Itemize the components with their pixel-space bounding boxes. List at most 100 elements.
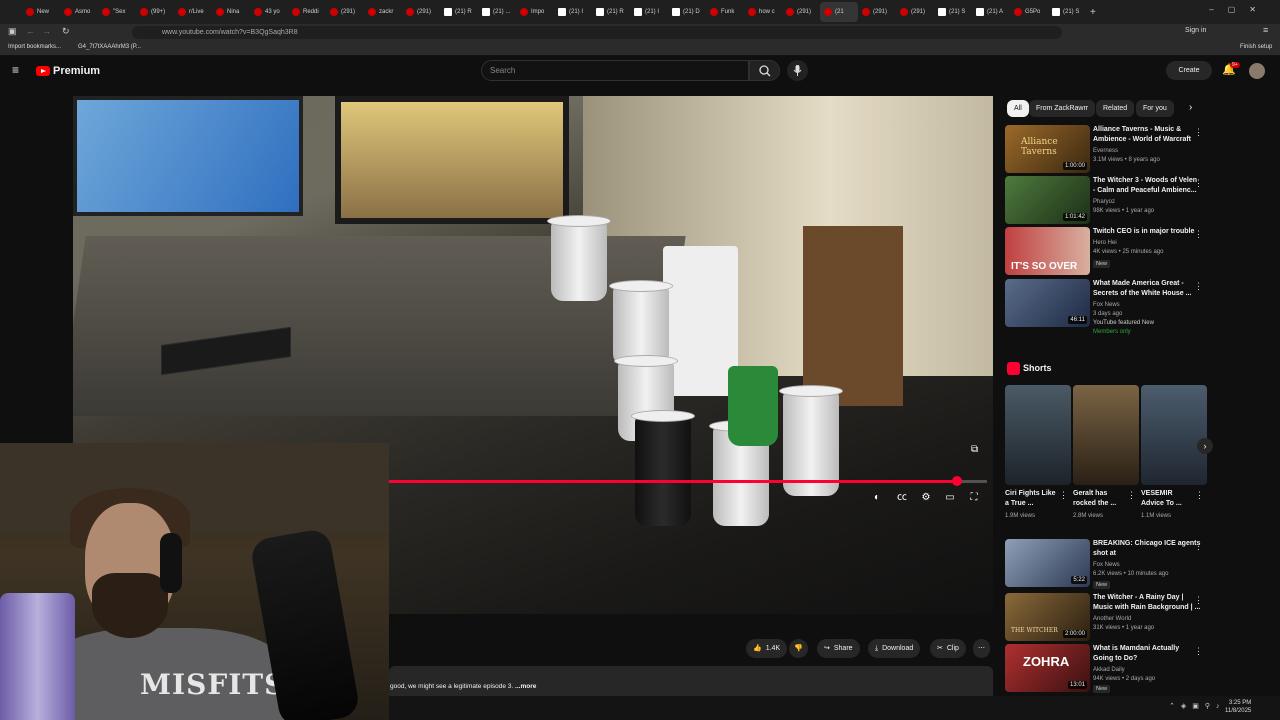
search-input[interactable]: Search bbox=[481, 60, 749, 81]
browser-tab[interactable]: (21) I bbox=[554, 2, 592, 22]
browser-tab-strip: New Asmo "Sex (99+) r/Live Nina 43 yo Reddi (291… bbox=[0, 0, 1280, 24]
recommendation-item[interactable]: 46:11 What Made America Great - Secrets … bbox=[1005, 279, 1215, 335]
captions-icon[interactable]: ㏄ bbox=[895, 492, 909, 504]
description-more-link[interactable]: ...more bbox=[515, 683, 536, 690]
browser-tab[interactable]: (21) S bbox=[934, 2, 972, 22]
tab-favicon-icon bbox=[482, 8, 490, 16]
browser-tab[interactable]: (21) A bbox=[972, 2, 1010, 22]
browser-tab[interactable]: r/Live bbox=[174, 2, 212, 22]
url-field[interactable]: www.youtube.com/watch?v=B3QgSaqh3R8 bbox=[132, 26, 1062, 39]
browser-tab[interactable]: (99+) bbox=[136, 2, 174, 22]
system-tray-icons[interactable]: ⌃◈▣⚲♪ bbox=[1169, 702, 1226, 710]
new-tab-icon[interactable]: + bbox=[1090, 7, 1096, 18]
browser-tab[interactable]: Funk bbox=[706, 2, 744, 22]
chip-all[interactable]: All bbox=[1007, 100, 1029, 117]
browser-tab[interactable]: (291) bbox=[402, 2, 440, 22]
chip-for-you[interactable]: For you bbox=[1136, 100, 1174, 117]
sidebar-toggle-icon[interactable]: ▣ bbox=[8, 26, 17, 37]
reload-icon[interactable]: ↻ bbox=[62, 26, 70, 37]
recommendation-item[interactable]: 1:01:42 The Witcher 3 - Woods of Velen -… bbox=[1005, 176, 1215, 224]
recommendation-item[interactable]: 5:22 BREAKING: Chicago ICE agents shot a… bbox=[1005, 539, 1215, 589]
more-options-icon[interactable]: ⋮ bbox=[1194, 281, 1203, 292]
shorts-next-icon[interactable]: › bbox=[1197, 438, 1213, 454]
sign-in-button[interactable]: Sign in bbox=[1185, 27, 1206, 34]
chip-related[interactable]: Related bbox=[1096, 100, 1135, 117]
browser-tab[interactable]: Asmo bbox=[60, 2, 98, 22]
recommendation-item[interactable]: THE WITCHER 2:00:00 The Witcher - A Rain… bbox=[1005, 593, 1215, 641]
share-button[interactable]: ↪ Share bbox=[817, 639, 860, 658]
more-options-icon[interactable]: ⋮ bbox=[1194, 127, 1203, 138]
browser-tab[interactable]: G5Po bbox=[1010, 2, 1048, 22]
browser-tab[interactable]: "Sex bbox=[98, 2, 136, 22]
clip-button[interactable]: ✂ Clip bbox=[930, 639, 966, 658]
duration-badge: 5:22 bbox=[1071, 576, 1087, 584]
short-thumbnail[interactable] bbox=[1073, 385, 1139, 485]
download-button[interactable]: ⤓ Download bbox=[868, 639, 921, 658]
more-options-icon[interactable]: ⋮ bbox=[1194, 595, 1203, 606]
short-more-icon[interactable]: ⋮ bbox=[1059, 490, 1068, 501]
like-button[interactable]: 👍 1.4K bbox=[746, 639, 788, 658]
search-button[interactable] bbox=[749, 60, 780, 81]
taskbar-clock[interactable]: 3:25 PM 11/8/2025 bbox=[1225, 699, 1251, 715]
finish-setup-button[interactable]: Finish setup bbox=[1240, 44, 1272, 50]
browser-tab[interactable]: (21) R bbox=[440, 2, 478, 22]
browser-tab[interactable]: (291) bbox=[858, 2, 896, 22]
members-only-badge: Members only bbox=[1093, 329, 1131, 335]
browser-tab[interactable]: how c bbox=[744, 2, 782, 22]
bookmark-import[interactable]: Import bookmarks... bbox=[8, 44, 61, 50]
browser-tab[interactable]: (21) ... bbox=[478, 2, 516, 22]
theater-mode-icon[interactable]: ▭ bbox=[943, 492, 957, 504]
more-options-icon[interactable]: ⋮ bbox=[1194, 178, 1203, 189]
forward-icon[interactable]: → bbox=[42, 26, 51, 36]
avatar[interactable] bbox=[1249, 63, 1265, 79]
tab-actions-icon[interactable] bbox=[0, 2, 22, 22]
browser-tab[interactable]: New bbox=[22, 2, 60, 22]
description-box[interactable]: good, we might see a legitimate episode … bbox=[389, 666, 993, 696]
voice-search-button[interactable] bbox=[787, 60, 808, 81]
short-title[interactable]: Ciri Fights Like a True ... bbox=[1005, 489, 1061, 509]
short-title[interactable]: VESEMIR Advice To ... bbox=[1141, 489, 1197, 509]
browser-tab[interactable]: zackr bbox=[364, 2, 402, 22]
browser-tab[interactable]: Nina bbox=[212, 2, 250, 22]
settings-gear-icon[interactable]: ⚙ bbox=[919, 492, 933, 504]
more-actions-button[interactable]: ⋯ bbox=[973, 639, 990, 658]
browser-tab[interactable]: (21) R bbox=[592, 2, 630, 22]
short-thumbnail[interactable] bbox=[1141, 385, 1207, 485]
browser-tab[interactable]: 43 yo bbox=[250, 2, 288, 22]
chip-from-channel[interactable]: From ZackRawrr bbox=[1029, 100, 1096, 117]
short-thumbnail[interactable] bbox=[1005, 385, 1071, 485]
fullscreen-icon[interactable]: ⛶ bbox=[967, 492, 981, 504]
miniplayer-icon[interactable]: ⧉ bbox=[971, 444, 978, 455]
short-more-icon[interactable]: ⋮ bbox=[1195, 490, 1204, 501]
chips-next-icon[interactable]: › bbox=[1189, 102, 1192, 113]
autoplay-toggle[interactable]: ◐ bbox=[870, 492, 884, 504]
youtube-logo[interactable]: Premium bbox=[36, 65, 100, 77]
browser-tab[interactable]: (21) I bbox=[630, 2, 668, 22]
window-controls[interactable]: –▢✕ bbox=[1209, 5, 1270, 14]
menu-icon[interactable]: ≡ bbox=[1263, 25, 1268, 35]
browser-tab[interactable]: (21 bbox=[820, 2, 858, 22]
recommendation-item[interactable]: Alliance Taverns 1:00:00 Alliance Tavern… bbox=[1005, 125, 1215, 173]
new-badge: New bbox=[1093, 685, 1111, 693]
recommendation-item[interactable]: IT'S SO OVER Twitch CEO is in major trou… bbox=[1005, 227, 1215, 275]
browser-tab[interactable]: (291) bbox=[326, 2, 364, 22]
short-more-icon[interactable]: ⋮ bbox=[1127, 490, 1136, 501]
tab-favicon-icon bbox=[292, 8, 300, 16]
dislike-button[interactable]: 👎 bbox=[789, 639, 808, 658]
short-title[interactable]: Geralt has rocked the ... bbox=[1073, 489, 1129, 509]
scene-cup bbox=[547, 215, 611, 301]
browser-tab[interactable]: (21) D bbox=[668, 2, 706, 22]
hamburger-menu-icon[interactable]: ≡ bbox=[12, 63, 19, 77]
browser-tab[interactable]: Reddi bbox=[288, 2, 326, 22]
browser-tab[interactable]: (21) S bbox=[1048, 2, 1086, 22]
recommendation-item[interactable]: ZOHRA 13:01 What is Mamdani Actually Goi… bbox=[1005, 644, 1215, 693]
browser-tab[interactable]: (291) bbox=[782, 2, 820, 22]
back-icon[interactable]: ← bbox=[26, 26, 35, 36]
more-options-icon[interactable]: ⋮ bbox=[1194, 646, 1203, 657]
create-button[interactable]: Create bbox=[1166, 61, 1212, 80]
more-options-icon[interactable]: ⋮ bbox=[1194, 229, 1203, 240]
browser-tab[interactable]: (291) bbox=[896, 2, 934, 22]
browser-tab[interactable]: Impo bbox=[516, 2, 554, 22]
bookmark-item[interactable]: G4_7t7tXAAAhrM3 (P... bbox=[78, 44, 141, 50]
more-options-icon[interactable]: ⋮ bbox=[1194, 541, 1203, 552]
